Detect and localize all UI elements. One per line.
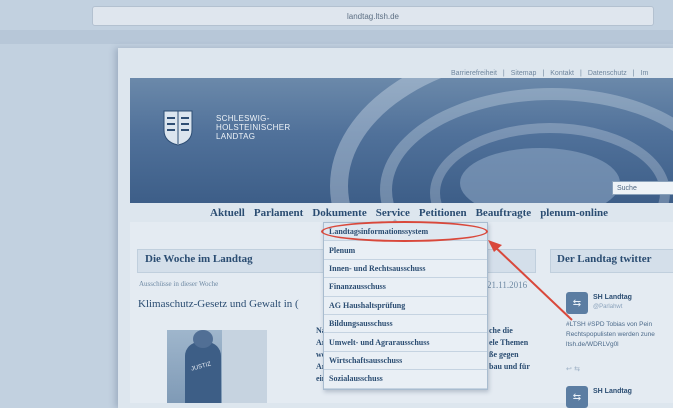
nav-parlament[interactable]: Parlament bbox=[254, 207, 303, 219]
menu-item-innen-rechtsausschuss[interactable]: Innen- und Rechtsausschuss bbox=[324, 260, 487, 279]
separator: | bbox=[542, 70, 545, 77]
menu-item-ag-haushaltspruefung[interactable]: AG Haushaltsprüfung bbox=[324, 297, 487, 315]
nav-plenum-online[interactable]: plenum-online bbox=[540, 207, 608, 219]
url-text: landtag.ltsh.de bbox=[346, 11, 400, 21]
link-datenschutz[interactable]: Datenschutz bbox=[588, 70, 627, 77]
tweet-line[interactable]: ltsh.de/WDRLVg0l bbox=[566, 340, 655, 350]
nav-service[interactable]: Service bbox=[376, 207, 410, 219]
tweet-action-icons[interactable]: ↩ ⇆ bbox=[566, 365, 580, 373]
article-headline[interactable]: Klimaschutz-Gesetz und Gewalt in ( bbox=[138, 298, 299, 310]
text-line: ele Themen bbox=[489, 338, 529, 347]
nav-beauftragte[interactable]: Beauftragte bbox=[476, 207, 532, 219]
nav-petitionen[interactable]: Petitionen bbox=[419, 207, 467, 219]
article-text-right: che die ele Themen ße gegen bau und für bbox=[489, 325, 530, 373]
separator: | bbox=[502, 70, 505, 77]
twitter-avatar-icon[interactable]: ⇆ bbox=[566, 386, 588, 408]
menu-item-wirtschaftsausschuss[interactable]: Wirtschaftsausschuss bbox=[324, 352, 487, 371]
section-title: Die Woche im Landtag bbox=[145, 253, 253, 265]
tweet-line: Rechtspopulisten werden zune bbox=[566, 331, 655, 338]
separator: | bbox=[632, 70, 635, 77]
nav-dokumente[interactable]: Dokumente bbox=[312, 207, 366, 219]
menu-item-sozialausschuss[interactable]: Sozialausschuss bbox=[324, 370, 487, 389]
tweet-author[interactable]: SH Landtag bbox=[593, 388, 632, 395]
tweet-author[interactable]: SH Landtag bbox=[593, 294, 632, 301]
menu-item-bildungsausschuss[interactable]: Bildungsausschuss bbox=[324, 315, 487, 334]
link-kontakt[interactable]: Kontakt bbox=[550, 70, 574, 77]
text-line: bau und für bbox=[489, 362, 530, 371]
menu-item-umwelt-agrarausschuss[interactable]: Umwelt- und Agrarausschuss bbox=[324, 333, 487, 352]
header-banner-image bbox=[130, 78, 673, 203]
menu-item-plenum[interactable]: Plenum bbox=[324, 241, 487, 260]
top-links: Barrierefreiheit | Sitemap | Kontakt | Datensc… bbox=[448, 70, 651, 77]
link-sitemap[interactable]: Sitemap bbox=[511, 70, 537, 77]
tweet-handle: @Parlahwt bbox=[593, 304, 623, 310]
brand-line: LANDTAG bbox=[216, 132, 256, 141]
main-navigation: Aktuell Parlament Dokumente Service Petition… bbox=[210, 207, 617, 219]
browser-toolbar bbox=[0, 30, 673, 44]
section-subtitle-link[interactable]: Ausschüsse in dieser Woche bbox=[139, 280, 218, 288]
article-photo[interactable]: JUSTIZ bbox=[167, 330, 267, 403]
nav-aktuell[interactable]: Aktuell bbox=[210, 207, 245, 219]
dokumente-dropdown-menu: Landtagsinformationssystem Plenum Innen-… bbox=[323, 222, 488, 390]
coat-of-arms-icon[interactable] bbox=[163, 110, 193, 146]
browser-url-bar[interactable]: landtag.ltsh.de bbox=[92, 6, 654, 26]
highlight-circle-annotation bbox=[321, 221, 488, 242]
link-impressum[interactable]: Im bbox=[641, 70, 649, 77]
brand-line: SCHLESWIG- bbox=[216, 114, 270, 123]
site-logo-text[interactable]: SCHLESWIG- HOLSTEINISCHER LANDTAG bbox=[216, 114, 290, 141]
search-input[interactable]: Suche bbox=[612, 181, 673, 195]
link-barrierefreiheit[interactable]: Barrierefreiheit bbox=[451, 70, 497, 77]
separator: | bbox=[580, 70, 582, 77]
menu-item-finanzausschuss[interactable]: Finanzausschuss bbox=[324, 278, 487, 297]
text-line: ße gegen bbox=[489, 350, 519, 359]
red-arrow-annotation bbox=[488, 240, 573, 321]
brand-line: HOLSTEINISCHER bbox=[216, 123, 291, 132]
